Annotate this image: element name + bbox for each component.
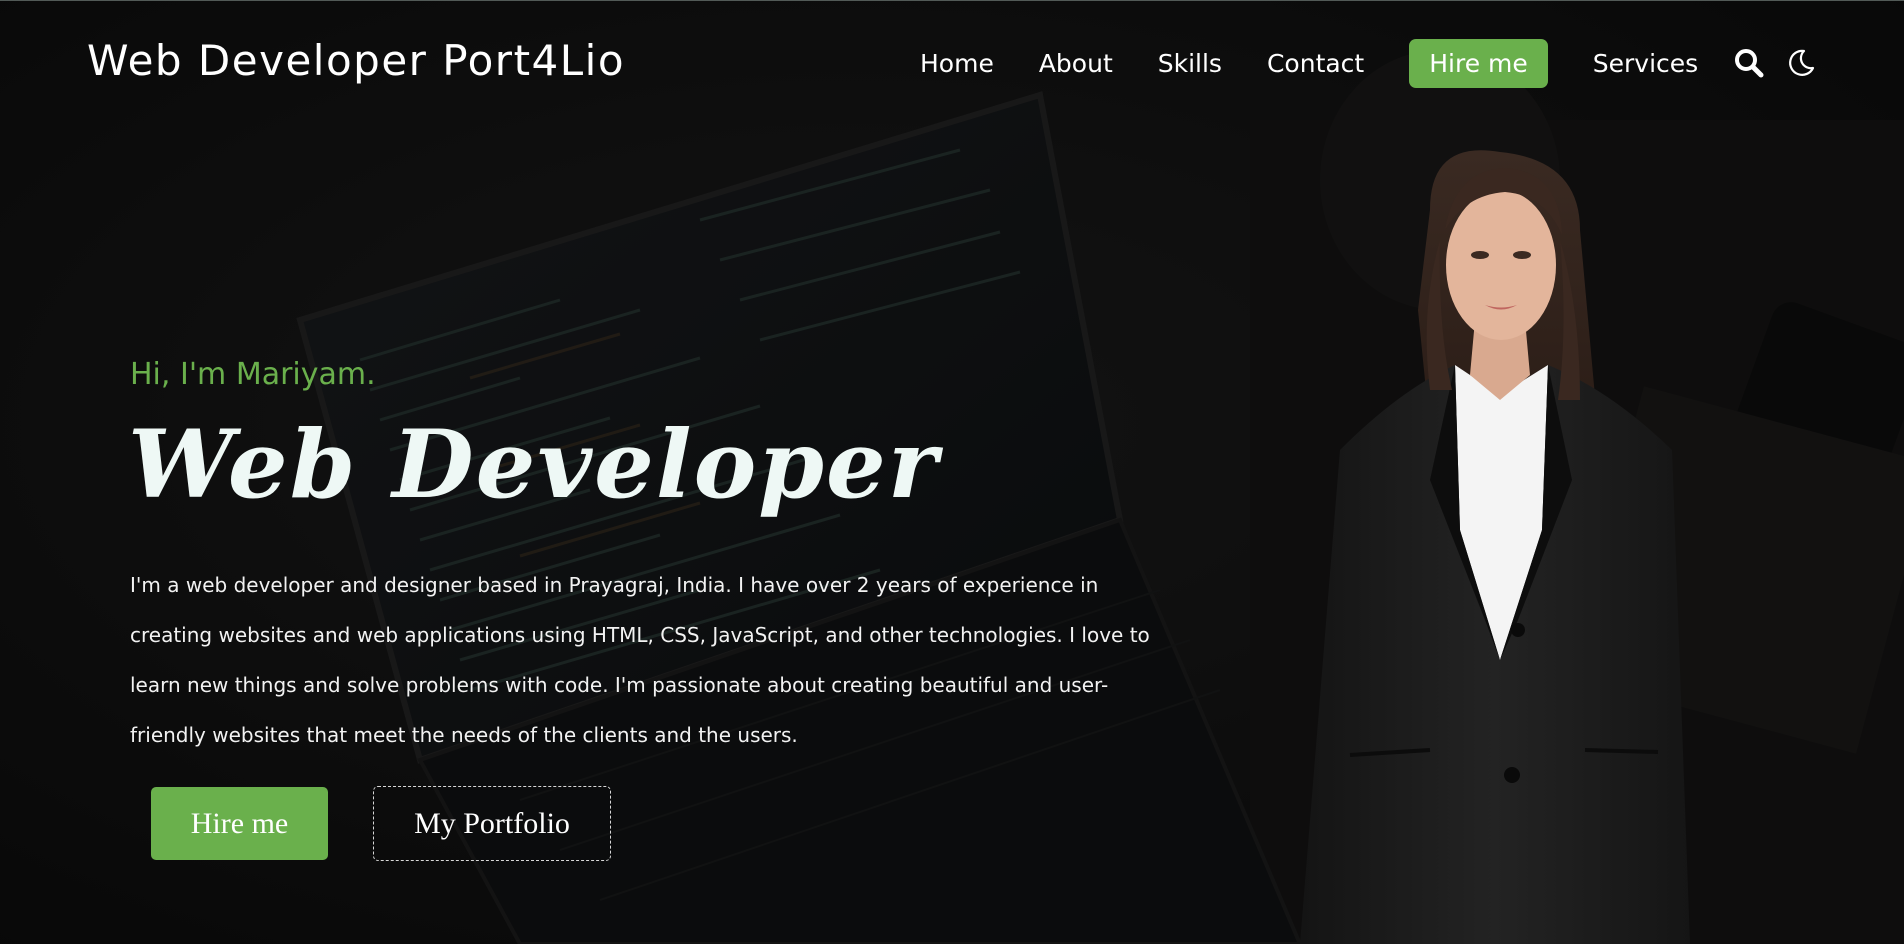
search-icon[interactable] — [1732, 46, 1766, 80]
hero-greeting: Hi, I'm Mariyam. — [130, 357, 376, 392]
nav-home[interactable]: Home — [920, 49, 994, 78]
moon-icon[interactable] — [1784, 46, 1818, 80]
nav-services[interactable]: Services — [1593, 49, 1698, 78]
main-nav: Home About Skills Contact Hire me Servic… — [920, 36, 1818, 90]
nav-skills[interactable]: Skills — [1158, 49, 1222, 78]
nav-about[interactable]: About — [1039, 49, 1113, 78]
page: Web Developer Port4Lio Home About Skills… — [0, 0, 1904, 944]
hero-title: Web Developer — [128, 410, 940, 520]
site-logo[interactable]: Web Developer Port4Lio — [87, 36, 625, 85]
hire-me-button[interactable]: Hire me — [151, 787, 328, 860]
profile-portrait-image — [1300, 150, 1690, 944]
nav-contact[interactable]: Contact — [1267, 49, 1364, 78]
nav-hire-me-button[interactable]: Hire me — [1409, 38, 1548, 88]
my-portfolio-button[interactable]: My Portfolio — [373, 786, 611, 861]
header: Web Developer Port4Lio Home About Skills… — [0, 0, 1904, 130]
hero-description: I'm a web developer and designer based i… — [130, 573, 1150, 747]
